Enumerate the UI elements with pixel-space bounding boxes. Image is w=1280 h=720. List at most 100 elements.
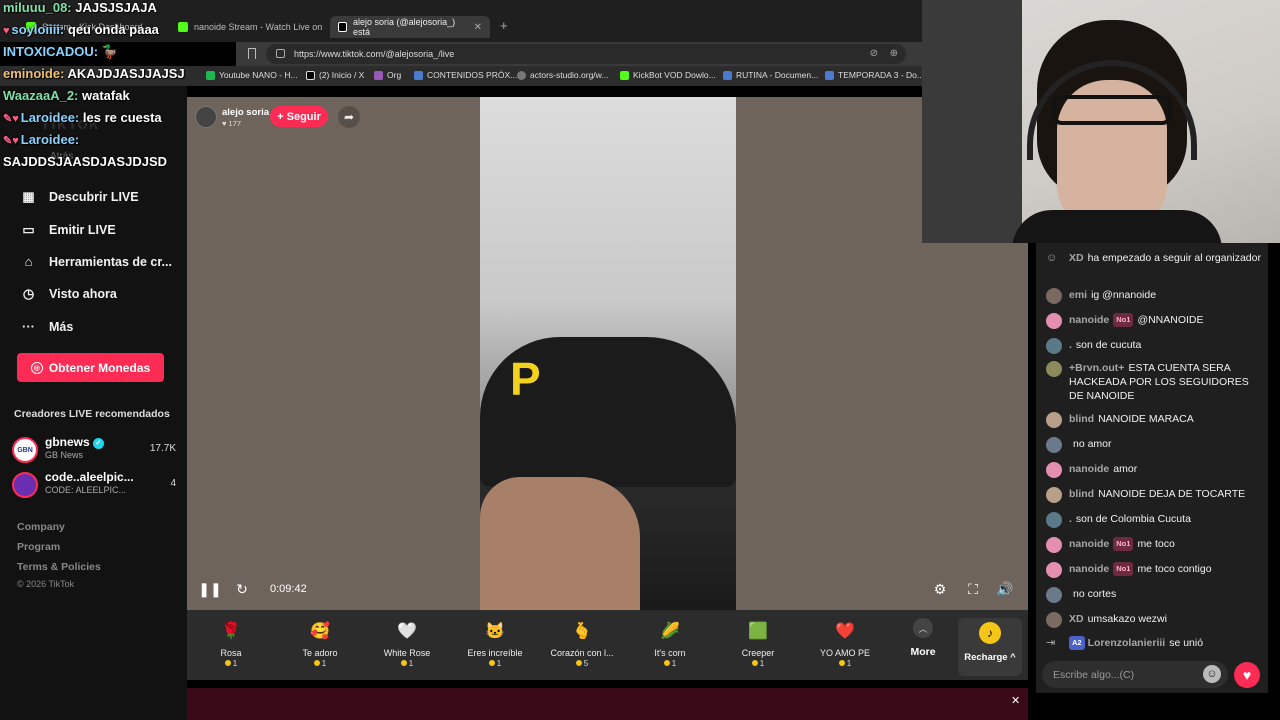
get-coins-button[interactable]: ◎ Obtener Monedas	[17, 353, 164, 382]
bookmark-label: CONTENIDOS PRÓX...	[427, 70, 518, 80]
chat-message: ☺ XD ha empezado a seguir al organizador	[1046, 251, 1266, 265]
live-video[interactable]: P	[480, 97, 736, 610]
bookmark-youtube-nano[interactable]: Youtube NANO - H...	[206, 70, 298, 80]
chat-username[interactable]: XD	[1069, 613, 1084, 625]
overlay-text: les re cuesta	[82, 110, 162, 125]
coin-icon	[663, 660, 670, 666]
gift-white-rose[interactable]: 🤍 White Rose 1	[365, 618, 449, 676]
gift-yo-amo-pe[interactable]: ❤️ YO AMO PE 1	[803, 618, 887, 676]
avatar	[12, 472, 38, 498]
chat-input[interactable]: Escribe algo...(C)	[1042, 661, 1228, 688]
site-info-icon[interactable]	[276, 49, 285, 58]
get-coins-label: Obtener Monedas	[48, 360, 151, 375]
coin-icon	[224, 660, 231, 666]
pause-icon[interactable]: ❚❚	[198, 580, 221, 598]
chat-username[interactable]: Lorenzolanieriii	[1088, 637, 1166, 649]
chat-username[interactable]: nanoide	[1069, 538, 1109, 550]
volume-icon[interactable]: 🔊	[996, 580, 1014, 598]
bookmark-org[interactable]: Org	[374, 70, 401, 80]
nav-visto-ahora[interactable]: ◷ Visto ahora	[20, 285, 117, 302]
chat-username[interactable]: nanoide	[1069, 314, 1109, 326]
follow-button[interactable]: + Seguir	[270, 106, 328, 127]
fullscreen-icon[interactable]: ⛶	[964, 580, 982, 598]
bookmark-temporada[interactable]: TEMPORADA 3 - Do...	[825, 70, 924, 80]
gift-price: 1	[278, 659, 362, 668]
overlay-username: miluuu_08:	[3, 0, 72, 15]
chat-username[interactable]: nanoide	[1069, 463, 1109, 475]
recommended-creator[interactable]: code..aleelpic... CODE: ALEELPIC... 4	[12, 470, 178, 500]
share-icon[interactable]: ➦	[338, 106, 360, 128]
emoji-icon[interactable]: ☺	[1203, 665, 1221, 683]
tab-nanoide-stream[interactable]: nanoide Stream - Watch Live on	[170, 16, 330, 38]
zoom-icon[interactable]: ⊕	[890, 48, 898, 59]
footer-program-link[interactable]: Program	[17, 541, 60, 553]
new-tab-icon[interactable]: +	[500, 18, 508, 33]
gift-eres-increible[interactable]: 🐱 Eres increíble 1	[453, 618, 537, 676]
join-icon: ⇥	[1046, 637, 1056, 649]
gift-corazon[interactable]: 🫰 Corazón con l... 5	[540, 618, 624, 676]
gift-price: 1	[189, 659, 273, 668]
kick-favicon-icon	[178, 22, 188, 32]
gift-price: 1	[365, 659, 449, 668]
gift-price-value: 1	[232, 659, 238, 668]
chat-text: @NNANOIDE	[1137, 314, 1204, 326]
chat-username[interactable]: emi	[1069, 289, 1087, 301]
chat-username[interactable]: XD	[1069, 252, 1084, 264]
eye-off-icon[interactable]: ⊘	[870, 48, 878, 59]
settings-gear-icon[interactable]: ⚙	[931, 580, 949, 598]
address-bar[interactable]: https://www.tiktok.com/@alejosoria_/live…	[266, 44, 906, 64]
streamer-name: alejo soria	[222, 107, 269, 118]
chat-username[interactable]: blind	[1069, 413, 1094, 425]
heart-like-icon[interactable]: ♥	[1234, 662, 1260, 688]
more-gifts-button[interactable]: ︿ More	[906, 618, 940, 658]
tab-label: nanoide Stream - Watch Live on	[194, 22, 323, 32]
refresh-icon[interactable]: ↻	[233, 580, 251, 598]
chat-username[interactable]: nanoide	[1069, 563, 1109, 575]
chat-username[interactable]: .	[1069, 339, 1072, 351]
more-dots-icon: ···	[22, 319, 35, 334]
gift-te-adoro[interactable]: 🥰 Te adoro 1	[278, 618, 362, 676]
verified-icon: ✓	[92, 437, 104, 449]
bookmark-x[interactable]: (2) Inicio / X	[306, 70, 364, 80]
bookmark-kickbot[interactable]: KickBot VOD Dowlo...	[620, 70, 716, 80]
chat-text: NANOIDE DEJA DE TOCARTE	[1098, 488, 1246, 500]
nav-herramientas[interactable]: ⌂ Herramientas de cr...	[20, 253, 172, 270]
cap-image: P	[480, 337, 736, 487]
creator-subtitle: GB News	[45, 450, 84, 460]
nav-emitir-live[interactable]: ▭ Emitir LIVE	[20, 221, 115, 238]
gift-name: Eres increíble	[467, 648, 523, 658]
coin-icon	[751, 660, 758, 666]
bookmark-contenidos[interactable]: CONTENIDOS PRÓX...	[414, 70, 517, 80]
avatar	[1046, 437, 1062, 453]
bookmark-rutina[interactable]: RUTINA - Documen...	[723, 70, 818, 80]
bookmark-icon[interactable]	[248, 48, 256, 59]
history-icon: ◷	[22, 285, 35, 301]
chat-username[interactable]: blind	[1069, 488, 1094, 500]
gift-name: YO AMO PE	[819, 648, 870, 658]
gift-rosa[interactable]: 🌹 Rosa 1	[189, 618, 273, 676]
footer-company-link[interactable]: Company	[17, 521, 65, 533]
chat-message: blind NANOIDE MARACA	[1046, 412, 1266, 428]
chat-username[interactable]: +Brvn.out+	[1069, 362, 1124, 374]
bookmark-actors-studio[interactable]: actors-studio.org/w...	[517, 70, 608, 80]
streamer-face-image	[480, 477, 640, 610]
nav-descubrir-live[interactable]: ▦ Descubrir LIVE	[20, 188, 138, 205]
gift-its-corn[interactable]: 🌽 It's corn 1	[628, 618, 712, 676]
recharge-button[interactable]: ♪ Recharge ^	[958, 618, 1022, 676]
bottom-banner	[187, 688, 1028, 720]
creator-name-text: gbnews	[45, 435, 90, 449]
chat-username[interactable]: .	[1069, 513, 1072, 525]
webcam-background	[922, 0, 1022, 243]
nav-mas[interactable]: ··· Más	[20, 318, 73, 335]
gift-creeper[interactable]: 🟩 Creeper 1	[716, 618, 800, 676]
tab-tiktok-live[interactable]: alejo soria (@alejosoria_) está ✕	[330, 16, 490, 38]
close-tab-icon[interactable]: ✕	[474, 22, 482, 33]
avatar	[1046, 338, 1062, 354]
bookmark-label: RUTINA - Documen...	[736, 70, 819, 80]
close-icon[interactable]: ✕	[1011, 694, 1020, 707]
recharge-label: Recharge ^	[964, 652, 1016, 663]
footer-terms-link[interactable]: Terms & Policies	[17, 561, 101, 573]
recommended-creator[interactable]: GBN gbnews ✓ GB News 17.7K	[12, 435, 178, 465]
avatar	[1046, 313, 1062, 329]
nav-label: Herramientas de cr...	[49, 254, 172, 269]
